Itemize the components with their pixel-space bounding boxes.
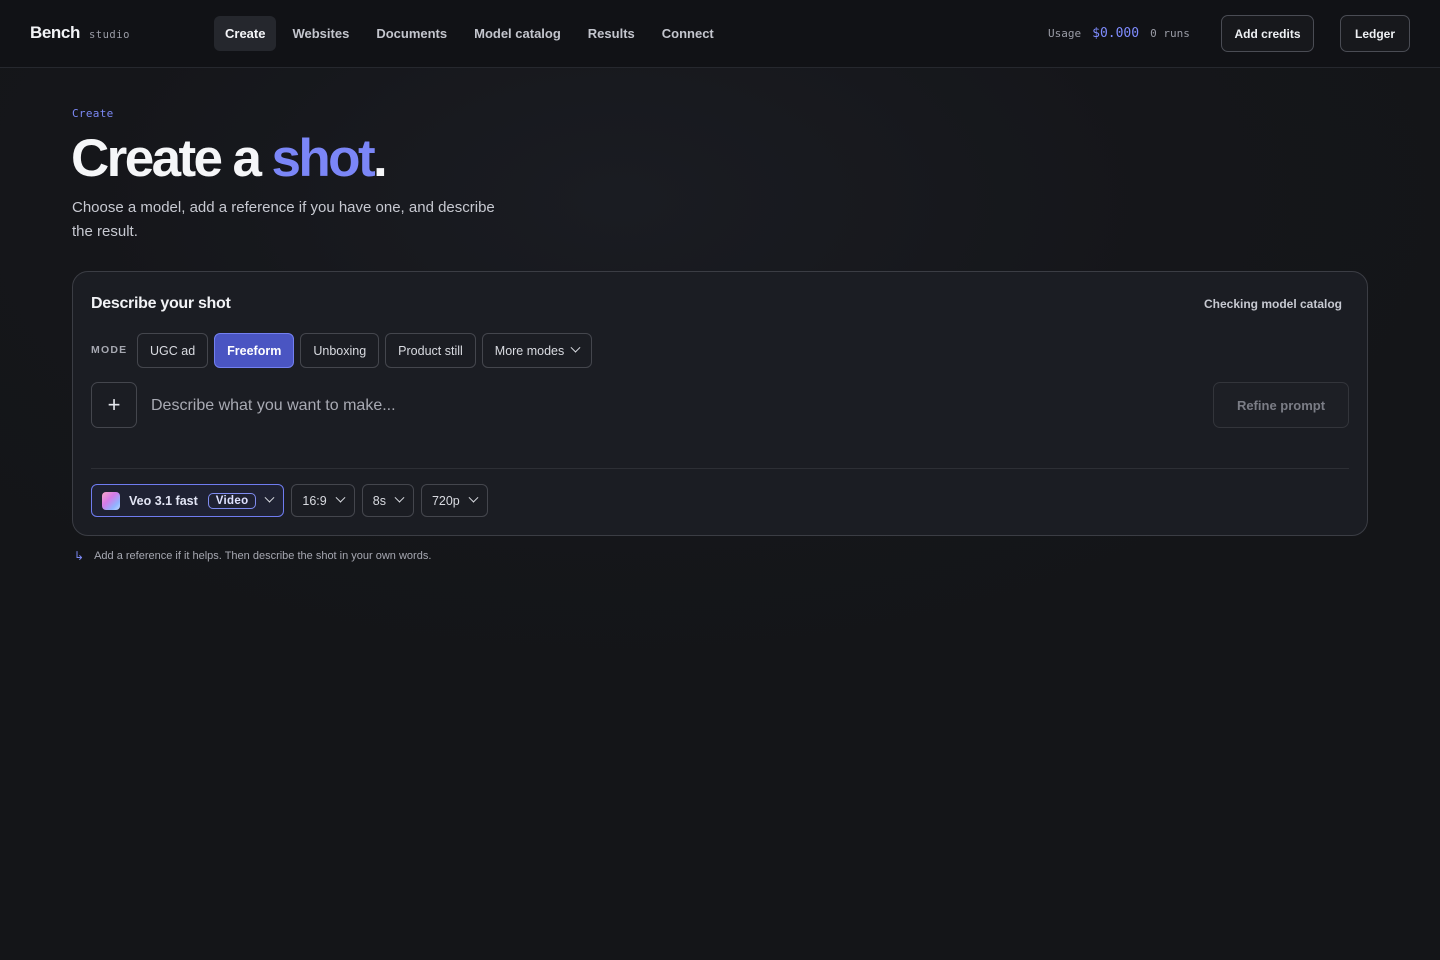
plus-icon: + <box>107 392 121 417</box>
title-suffix: . <box>373 129 388 188</box>
duration-selector[interactable]: 8s <box>361 484 414 517</box>
main-nav: Create Websites Documents Model catalog … <box>214 16 730 51</box>
card-divider <box>91 468 1349 469</box>
top-bar: Bench studio Create Websites Documents M… <box>0 0 1440 68</box>
duration-value: 8s <box>372 493 386 508</box>
page-subtitle: Choose a model, add a reference if you h… <box>72 199 495 240</box>
chevron-down-icon <box>264 492 275 503</box>
mode-unboxing-button[interactable]: Unboxing <box>300 333 380 368</box>
model-selector[interactable]: Veo 3.1 fast Video <box>91 484 285 517</box>
model-name: Veo 3.1 fast <box>129 493 198 508</box>
usage-label: Usage <box>1048 27 1082 40</box>
ledger-button[interactable]: Ledger <box>1340 15 1410 52</box>
title-accent: shot <box>271 129 376 188</box>
brand[interactable]: Bench studio <box>30 23 130 43</box>
usage-meter: Usage $0.000 0 runs <box>1048 26 1190 41</box>
nav-item-model-catalog[interactable]: Model catalog <box>463 16 572 51</box>
aspect-ratio-selector[interactable]: 16:9 <box>291 484 355 517</box>
nav-item-connect[interactable]: Connect <box>651 16 725 51</box>
mode-selector: UGC ad Freeform Unboxing Product still M… <box>137 333 593 368</box>
resolution-selector[interactable]: 720p <box>420 484 488 517</box>
refine-prompt-button[interactable]: Refine prompt <box>1213 382 1349 428</box>
more-modes-label: More modes <box>494 343 565 358</box>
chevron-down-icon <box>570 342 581 353</box>
chevron-down-icon <box>394 492 405 503</box>
hint: ↳ Add a reference if it helps. Then desc… <box>74 549 431 563</box>
catalog-status: Checking model catalog <box>1203 297 1342 311</box>
shot-composer-card: Describe your shot Checking model catalo… <box>72 271 1368 536</box>
chevron-down-icon <box>335 492 346 503</box>
aspect-ratio-value: 16:9 <box>302 493 327 508</box>
page-title: Create a shot. <box>71 128 388 190</box>
nav-item-results[interactable]: Results <box>577 16 646 51</box>
mode-label: MODE <box>91 344 128 356</box>
page-eyebrow: Create <box>72 107 114 120</box>
add-credits-button[interactable]: Add credits <box>1221 15 1314 52</box>
prompt-input[interactable] <box>151 390 1191 422</box>
nav-item-create[interactable]: Create <box>214 16 277 51</box>
mode-product-still-button[interactable]: Product still <box>385 333 476 368</box>
resolution-value: 720p <box>431 493 460 508</box>
more-modes-dropdown[interactable]: More modes <box>481 333 593 368</box>
brand-subtitle: studio <box>88 29 130 41</box>
mode-freeform-button[interactable]: Freeform <box>214 333 295 368</box>
usage-runs: 0 runs <box>1150 27 1190 40</box>
brand-name: Bench <box>30 23 80 42</box>
title-prefix: Create a <box>71 129 272 188</box>
hint-text: Add a reference if it helps. Then descri… <box>94 550 432 562</box>
nav-item-documents[interactable]: Documents <box>365 16 458 51</box>
usage-amount: $0.000 <box>1092 26 1140 41</box>
model-type-badge: Video <box>207 492 257 509</box>
chevron-down-icon <box>468 492 479 503</box>
generation-options: Veo 3.1 fast Video 16:9 8s 720p <box>91 484 488 517</box>
nav-item-websites[interactable]: Websites <box>281 16 360 51</box>
add-reference-button[interactable]: + <box>91 382 137 428</box>
model-thumbnail-icon <box>102 491 120 510</box>
card-title: Describe your shot <box>91 295 231 312</box>
return-arrow-icon: ↳ <box>74 549 85 563</box>
mode-ugc-ad-button[interactable]: UGC ad <box>137 333 209 368</box>
